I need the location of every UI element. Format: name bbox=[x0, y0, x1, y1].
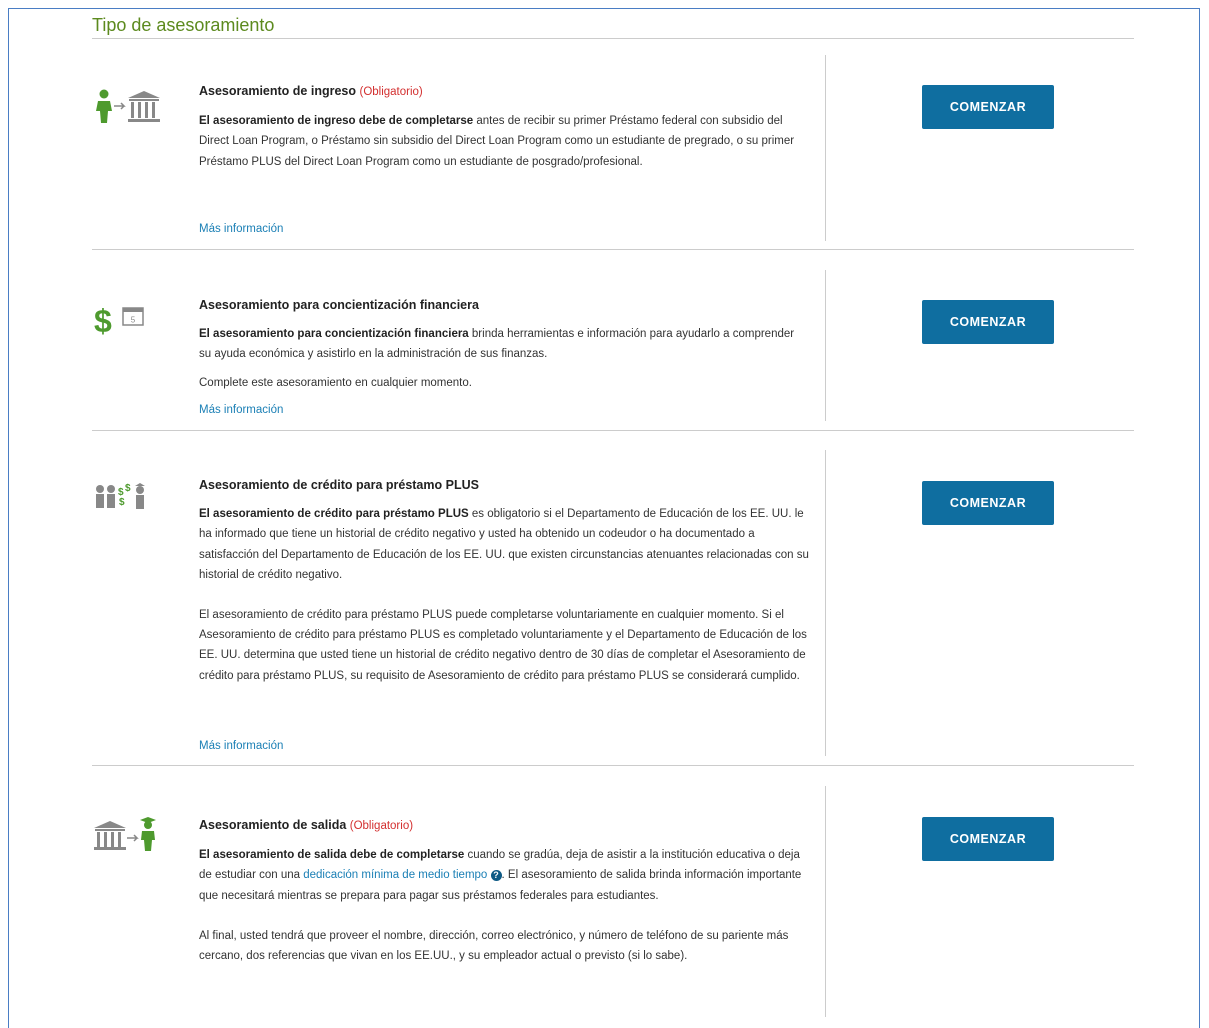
start-button[interactable]: COMENZAR bbox=[922, 300, 1054, 344]
section-content: Asesoramiento de crédito para préstamo P… bbox=[199, 475, 809, 686]
section-description: El asesoramiento de crédito para préstam… bbox=[199, 504, 809, 585]
description-bold: El asesoramiento de salida debe de compl… bbox=[199, 849, 465, 862]
section-heading: Asesoramiento de salida (Obligatorio) bbox=[199, 815, 809, 836]
section-heading: Asesoramiento de ingreso (Obligatorio) bbox=[199, 81, 809, 102]
section-note: El asesoramiento de crédito para préstam… bbox=[199, 609, 807, 682]
help-icon[interactable]: ? bbox=[490, 869, 502, 881]
required-label: (Obligatorio) bbox=[349, 820, 414, 832]
divider bbox=[825, 786, 826, 1017]
start-button[interactable]: COMENZAR bbox=[922, 481, 1054, 525]
section-title: Asesoramiento de ingreso bbox=[199, 84, 356, 98]
calendar-day: 5 bbox=[131, 316, 136, 325]
section-description: El asesoramiento de salida debe de compl… bbox=[199, 845, 809, 906]
svg-text:$: $ bbox=[94, 303, 112, 336]
more-info-link[interactable]: Más información bbox=[199, 740, 283, 752]
divider bbox=[825, 55, 826, 241]
start-button[interactable]: COMENZAR bbox=[922, 817, 1054, 861]
half-time-enrollment-link[interactable]: dedicación mínima de medio tiempo bbox=[303, 869, 487, 881]
divider bbox=[92, 765, 1134, 766]
divider bbox=[92, 430, 1134, 431]
student-to-school-icon bbox=[92, 88, 162, 129]
description-bold: El asesoramiento para concientización fi… bbox=[199, 328, 469, 341]
section-content: Asesoramiento de ingreso (Obligatorio) E… bbox=[199, 81, 809, 172]
divider bbox=[825, 450, 826, 756]
section-note: Complete este asesoramiento en cualquier… bbox=[199, 376, 472, 389]
page-title: Tipo de asesoramiento bbox=[92, 15, 275, 35]
section-content: Asesoramiento de salida (Obligatorio) El… bbox=[199, 815, 809, 966]
svg-text:$: $ bbox=[119, 497, 125, 508]
divider bbox=[825, 270, 826, 421]
section-title: Asesoramiento de salida bbox=[199, 818, 347, 832]
section-title: Asesoramiento de crédito para préstamo P… bbox=[199, 478, 479, 492]
dollar-calendar-icon: $ 5 bbox=[92, 302, 162, 341]
svg-text:$: $ bbox=[125, 483, 131, 494]
divider bbox=[92, 249, 1134, 250]
description-bold: El asesoramiento de crédito para préstam… bbox=[199, 508, 469, 521]
divider bbox=[92, 38, 1134, 39]
more-info-link[interactable]: Más información bbox=[199, 404, 283, 416]
family-money-icon: $ $ $ bbox=[92, 483, 162, 524]
section-description: El asesoramiento para concientización fi… bbox=[199, 324, 809, 364]
section-title: Asesoramiento para concientización finan… bbox=[199, 298, 479, 312]
section-content: Asesoramiento para concientización finan… bbox=[199, 295, 809, 393]
section-note: Al final, usted tendrá que proveer el no… bbox=[199, 929, 789, 963]
more-info-link[interactable]: Más información bbox=[199, 223, 283, 235]
description-bold: El asesoramiento de ingreso debe de comp… bbox=[199, 115, 474, 128]
section-description: El asesoramiento de ingreso debe de comp… bbox=[199, 111, 809, 172]
school-to-graduate-icon bbox=[92, 816, 162, 857]
start-button[interactable]: COMENZAR bbox=[922, 85, 1054, 129]
required-label: (Obligatorio) bbox=[359, 86, 423, 98]
